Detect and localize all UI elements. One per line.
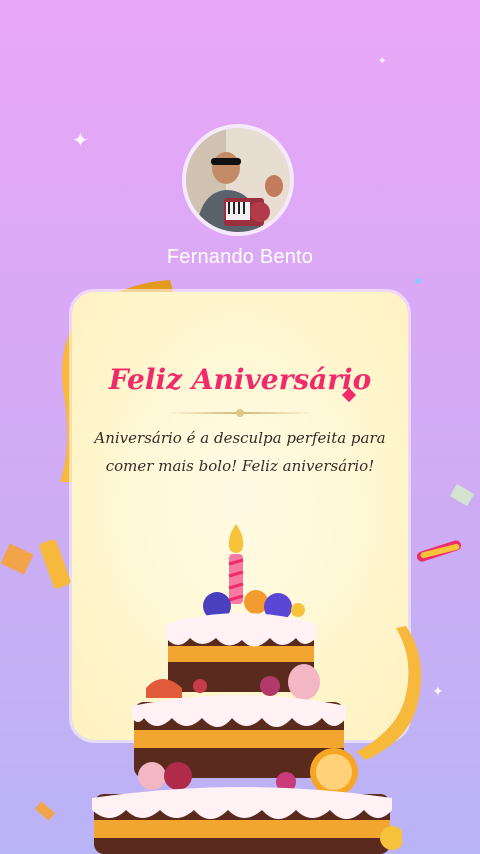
sparkle-icon: ✦ — [378, 56, 387, 67]
divider-ornament — [236, 409, 244, 417]
card-message-line: Aniversário é a desculpa perfeita para — [94, 429, 386, 447]
sparkle-icon: ✦ — [432, 684, 444, 700]
candle-flame — [228, 524, 244, 553]
confetti-piece — [0, 543, 34, 575]
card-message-line: comer mais bolo! Feliz aniversário! — [105, 457, 375, 475]
confetti-piece — [415, 278, 421, 284]
profile-name: Fernando Bento — [166, 246, 314, 268]
birthday-cake-icon — [92, 524, 402, 854]
profile-avatar — [182, 124, 294, 236]
sparkle-icon: ✦ — [72, 128, 89, 152]
card-title: Feliz Aniversário — [108, 363, 372, 396]
confetti-piece — [38, 538, 72, 590]
confetti-piece — [449, 483, 475, 507]
confetti-piece — [34, 801, 56, 821]
card-message: Aniversário é a desculpa perfeita para c… — [92, 424, 388, 480]
profile-photo-icon — [186, 128, 290, 232]
